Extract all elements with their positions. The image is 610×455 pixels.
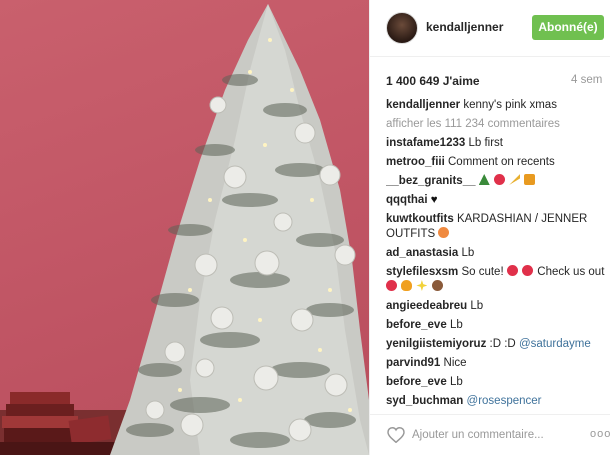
author-username[interactable]: kendalljenner — [426, 20, 503, 34]
mention-link[interactable]: @saturdayme — [519, 338, 591, 350]
comment-item: syd_buchman @rosespencer — [386, 394, 608, 409]
comment-text-2: Check us out — [537, 266, 605, 278]
caption: kendalljenner kenny's pink xmas — [386, 98, 608, 113]
show-all-comments-link[interactable]: afficher les 111 234 commentaires — [386, 117, 608, 132]
comment-username[interactable]: instafame1233 — [386, 137, 465, 149]
comment-username[interactable]: __bez_granits__ — [386, 175, 476, 187]
comment-username[interactable]: metroo_fiii — [386, 156, 445, 168]
comment-text: Lb — [461, 247, 475, 259]
comment-item: qqqthai ♥ — [386, 193, 608, 208]
christmas-tree-illustration — [0, 4, 369, 455]
comment-username[interactable]: angieedeabreu — [386, 300, 467, 312]
comment-item: instafame1233 Lb first — [386, 136, 608, 151]
avatar[interactable] — [386, 12, 418, 44]
comment-item: metroo_fiii Comment on recents — [386, 155, 608, 170]
comment-text: Lb — [449, 319, 463, 331]
mention-link[interactable]: @rosespencer — [467, 395, 542, 407]
monkey-emoji-icon — [431, 280, 443, 291]
comment-item: parvind91 Nice — [386, 356, 608, 371]
comments-list[interactable]: kendalljenner kenny's pink xmas afficher… — [386, 98, 608, 410]
comment-username[interactable]: ad_anastasia — [386, 247, 458, 259]
instagram-post-view: kendalljenner Abonné(e) 1 400 649 J'aime… — [0, 0, 610, 455]
comment-text: :D :D — [489, 338, 516, 350]
post-photo[interactable] — [0, 0, 369, 455]
fire-emoji-icon — [401, 280, 413, 291]
comment-footer: Ajouter un commentaire... ooo — [370, 414, 610, 455]
comment-text: Comment on recents — [448, 156, 555, 168]
comment-item: before_eve Lb — [386, 318, 608, 333]
tree — [110, 4, 369, 455]
like-heart-icon[interactable] — [387, 427, 405, 443]
follow-button[interactable]: Abonné(e) — [532, 15, 604, 40]
comment-text: So cute! — [461, 266, 504, 278]
comment-text: Lb — [449, 376, 463, 388]
comment-username[interactable]: yenilgiistemiyoruz — [386, 338, 486, 350]
comment-item: __bez_granits__ — [386, 174, 608, 189]
likes-count[interactable]: 1 400 649 J'aime — [386, 74, 480, 88]
comment-item: yenilgiistemiyoruz :D :D @saturdayme — [386, 337, 608, 352]
peach-emoji-icon — [438, 227, 450, 238]
post-timestamp[interactable]: 4 sem — [571, 74, 610, 86]
heart-eyes-emoji-icon — [522, 265, 534, 276]
comment-username[interactable]: syd_buchman — [386, 395, 463, 407]
comment-username[interactable]: stylefilesxsm — [386, 266, 458, 278]
comment-item: stylefilesxsm So cute! Check us out — [386, 265, 608, 295]
more-options-icon[interactable]: ooo — [590, 428, 610, 440]
hearts-emoji-icon — [493, 174, 505, 185]
comment-text: Nice — [443, 357, 467, 369]
black-heart-emoji-icon: ♥ — [430, 194, 438, 206]
party-emoji-icon — [509, 174, 521, 185]
comment-username[interactable]: before_eve — [386, 319, 447, 331]
comment-username[interactable]: qqqthai — [386, 194, 428, 206]
comment-text: Lb — [470, 300, 484, 312]
gift-emoji-icon — [524, 174, 536, 185]
sparkles-emoji-icon — [416, 280, 428, 291]
comment-username[interactable]: parvind91 — [386, 357, 440, 369]
add-comment-input[interactable]: Ajouter un commentaire... — [412, 429, 544, 441]
comment-username[interactable]: before_eve — [386, 376, 447, 388]
comment-item: angieedeabreu Lb — [386, 299, 608, 314]
comment-item: kuwtkoutfits KARDASHIAN / JENNER OUTFITS — [386, 212, 608, 242]
comment-username[interactable]: kuwtkoutfits — [386, 213, 454, 225]
tree-emoji-icon — [478, 174, 490, 185]
comment-item: before_eve Lb — [386, 375, 608, 390]
comment-item: ad_anastasia Lb — [386, 246, 608, 261]
heart-eyes-emoji-icon — [386, 280, 397, 291]
caption-username[interactable]: kendalljenner — [386, 99, 460, 111]
comment-text: Lb first — [468, 137, 503, 149]
post-sidebar: kendalljenner Abonné(e) 1 400 649 J'aime… — [369, 0, 610, 455]
caption-text: kenny's pink xmas — [463, 99, 557, 111]
post-header: kendalljenner Abonné(e) — [370, 0, 610, 57]
heart-eyes-emoji-icon — [506, 265, 518, 276]
books-stack — [0, 392, 120, 455]
